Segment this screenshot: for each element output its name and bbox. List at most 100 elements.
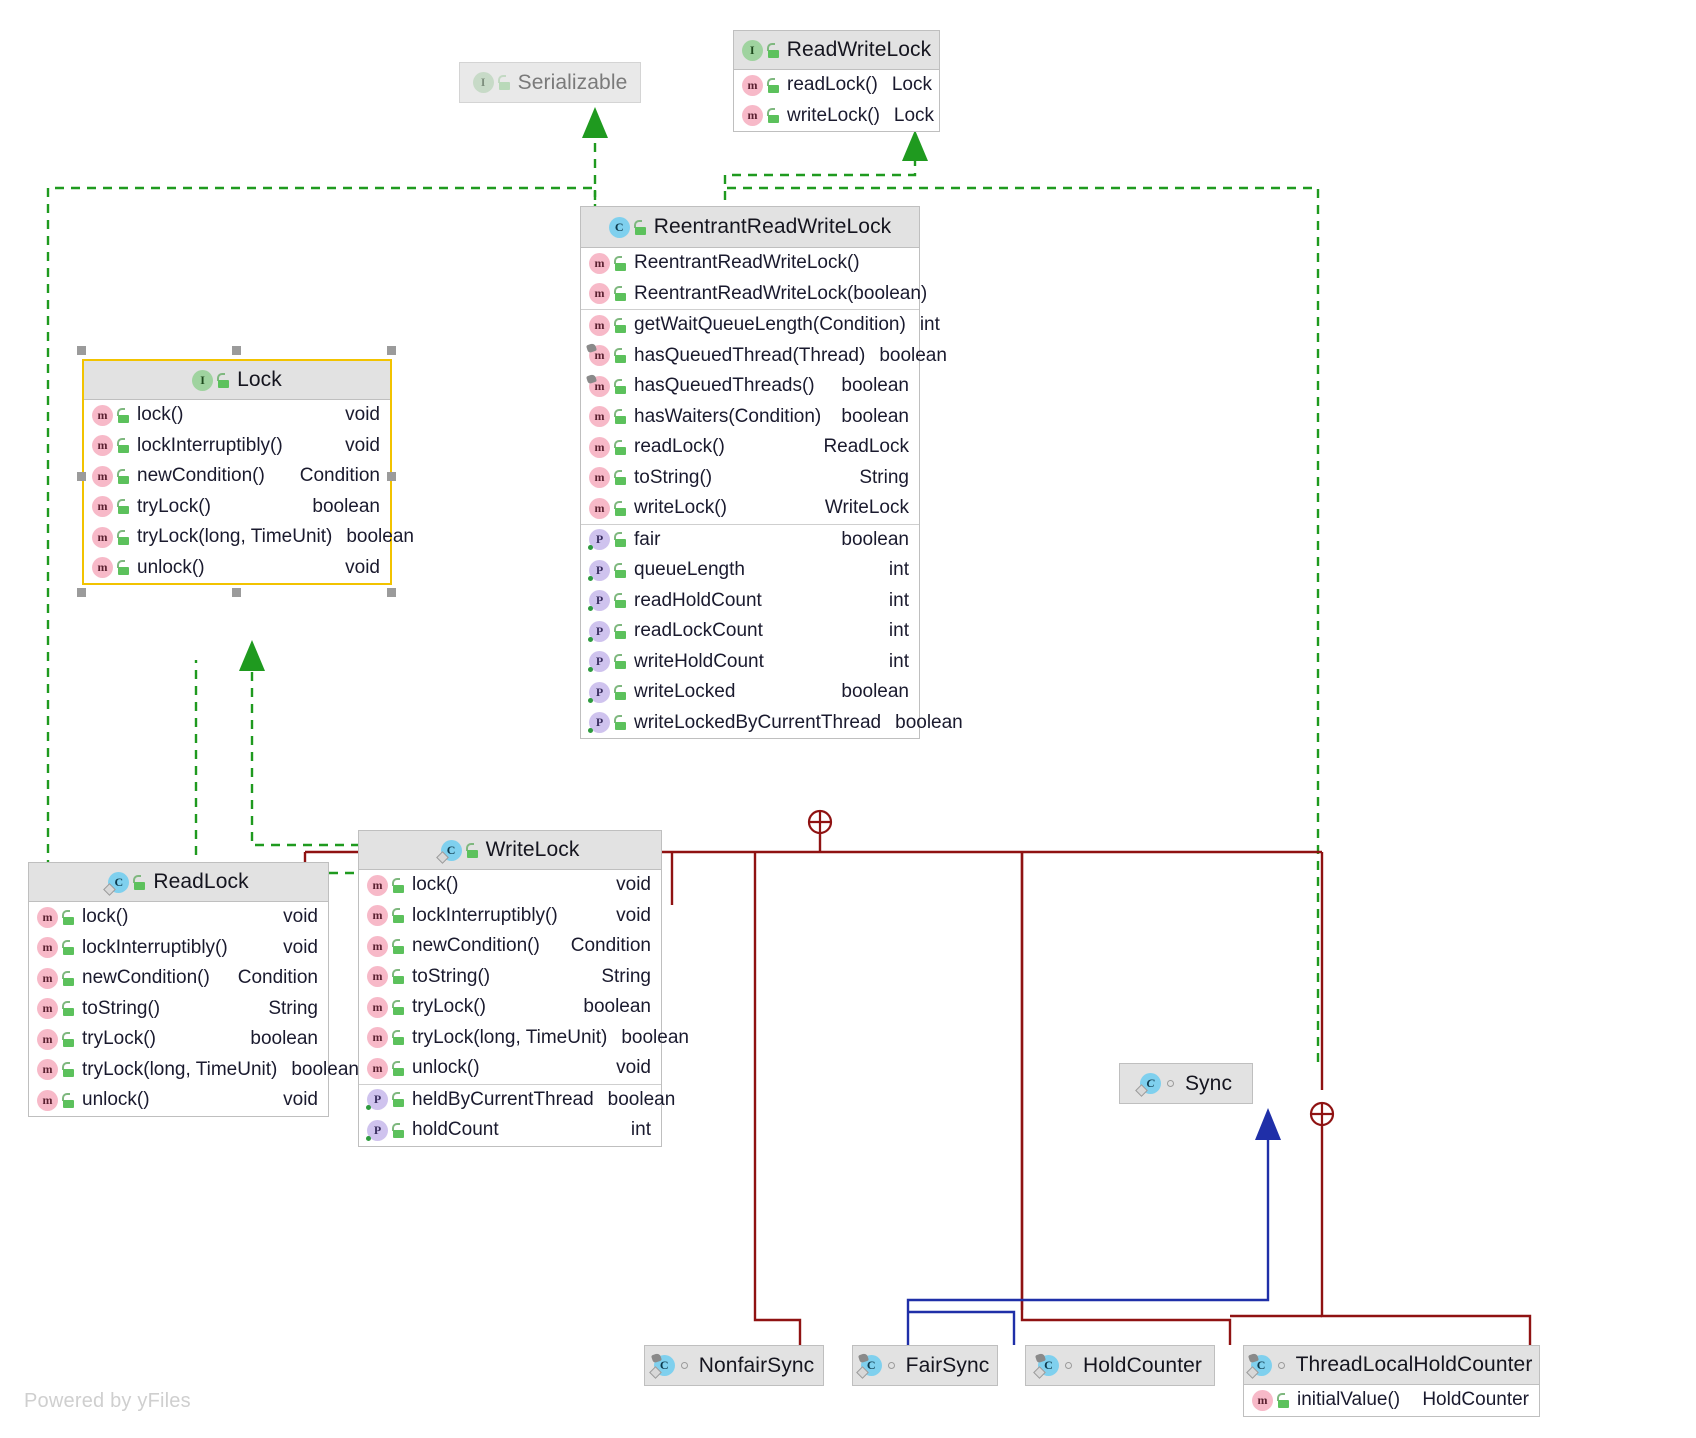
member-row[interactable]: m toString() String <box>359 962 661 993</box>
member-row[interactable]: m lock() void <box>29 902 328 933</box>
node-nonfairsync[interactable]: C NonfairSync <box>644 1345 824 1386</box>
member-row[interactable]: m lockInterruptibly() void <box>29 933 328 964</box>
member-row[interactable]: m ReentrantReadWriteLock(boolean) <box>581 279 927 310</box>
member-row[interactable]: m toString() String <box>29 994 328 1025</box>
public-unlocked-icon <box>61 970 75 986</box>
member-row[interactable]: m toString() String <box>581 463 919 494</box>
member-row[interactable]: m newCondition() Condition <box>359 931 661 962</box>
constructors-section: m ReentrantReadWriteLock() m ReentrantRe… <box>581 248 927 310</box>
member-name: readHoldCount <box>634 589 762 611</box>
member-row[interactable]: P fair boolean <box>581 525 919 556</box>
selection-handle-n[interactable] <box>232 346 241 355</box>
node-serializable[interactable]: I Serializable <box>459 62 641 103</box>
member-type: int <box>888 650 909 672</box>
node-readwritelock[interactable]: I ReadWriteLock m readLock() Lock m writ… <box>733 30 940 132</box>
member-type: boolean <box>312 495 380 517</box>
selection-handle-sw[interactable] <box>77 588 86 597</box>
public-unlocked-icon <box>613 623 627 639</box>
member-row[interactable]: m lock() void <box>84 400 390 431</box>
member-row[interactable]: m tryLock() boolean <box>359 992 661 1023</box>
selection-handle-s[interactable] <box>232 588 241 597</box>
selection-handle-e[interactable] <box>387 472 396 481</box>
member-row[interactable]: m lockInterruptibly() void <box>84 431 390 462</box>
member-type: Condition <box>570 935 651 957</box>
member-row[interactable]: m hasWaiters(Condition) boolean <box>581 402 919 433</box>
selection-handle-nw[interactable] <box>77 346 86 355</box>
nested-class-icon: C <box>103 871 130 896</box>
member-name: newCondition() <box>412 935 540 957</box>
node-threadlocalholdcounter[interactable]: C ThreadLocalHoldCounter m initialValue(… <box>1243 1345 1540 1417</box>
node-title: Sync <box>1184 1071 1233 1095</box>
member-row[interactable]: m hasQueuedThread(Thread) boolean <box>581 341 947 372</box>
member-row[interactable]: m tryLock(long, TimeUnit) boolean <box>84 522 414 553</box>
member-name: tryLock() <box>82 1028 156 1050</box>
member-type: ReadLock <box>823 436 909 458</box>
method-icon: m <box>589 283 610 305</box>
node-reentrantreadwritelock[interactable]: C ReentrantReadWriteLock m ReentrantRead… <box>580 206 963 739</box>
member-name: lock() <box>137 404 184 426</box>
member-row[interactable]: m readLock() Lock <box>734 70 939 101</box>
member-row[interactable]: m tryLock() boolean <box>84 492 390 523</box>
member-row[interactable]: m tryLock(long, TimeUnit) boolean <box>359 1023 689 1054</box>
member-row[interactable]: m lockInterruptibly() void <box>359 901 661 932</box>
method-icon: m <box>92 465 113 487</box>
member-row[interactable]: m lock() void <box>359 870 661 901</box>
node-sync[interactable]: C Sync <box>1119 1063 1253 1104</box>
member-row[interactable]: m newCondition() Condition <box>84 461 390 492</box>
member-name: toString() <box>412 965 491 987</box>
public-unlocked-icon <box>613 409 627 425</box>
member-name: tryLock() <box>412 996 486 1018</box>
member-name: tryLock(long, TimeUnit) <box>82 1058 278 1080</box>
node-fairsync[interactable]: C FairSync <box>852 1345 998 1386</box>
member-name: unlock() <box>82 1089 150 1111</box>
public-unlocked-icon <box>391 969 405 985</box>
member-row[interactable]: P holdCount int <box>359 1115 661 1146</box>
member-row[interactable]: m writeLock() Lock <box>734 101 939 132</box>
public-unlocked-icon <box>613 439 627 455</box>
selection-handle-w[interactable] <box>77 472 86 481</box>
node-header: C Sync <box>1120 1064 1252 1103</box>
member-row[interactable]: P writeLockedByCurrentThread boolean <box>581 708 963 739</box>
node-holdcounter[interactable]: C HoldCounter <box>1025 1345 1215 1386</box>
node-lock[interactable]: I Lock m lock() void m lockInterruptibly… <box>82 359 414 585</box>
member-row[interactable]: m unlock() void <box>84 553 390 584</box>
member-row[interactable]: m writeLock() WriteLock <box>581 493 919 524</box>
selection-handle-se[interactable] <box>387 588 396 597</box>
member-row[interactable]: m initialValue() HoldCounter <box>1244 1385 1539 1416</box>
package-private-icon <box>678 1358 692 1373</box>
member-row[interactable]: m tryLock() boolean <box>29 1024 328 1055</box>
method-static-icon: m <box>585 343 610 367</box>
diagram-canvas[interactable]: I Serializable I ReadWriteLock m readLoc… <box>0 0 1696 1438</box>
member-row[interactable]: P readHoldCount int <box>581 586 919 617</box>
member-row[interactable]: m tryLock(long, TimeUnit) boolean <box>29 1055 359 1086</box>
member-row[interactable]: P queueLength int <box>581 555 919 586</box>
member-name: lock() <box>412 874 459 896</box>
member-row[interactable]: P writeHoldCount int <box>581 647 919 678</box>
member-row[interactable]: P heldByCurrentThread boolean <box>359 1085 675 1116</box>
member-row[interactable]: m unlock() void <box>29 1085 328 1116</box>
member-row[interactable]: m newCondition() Condition <box>29 963 328 994</box>
public-unlocked-icon <box>391 999 405 1015</box>
node-header: I ReadWriteLock <box>734 31 939 70</box>
arrowhead-lock <box>239 640 265 671</box>
public-unlocked-icon <box>132 874 146 890</box>
member-row[interactable]: m getWaitQueueLength(Condition) int <box>581 310 940 341</box>
member-name: writeLock() <box>634 497 727 519</box>
member-type: Condition <box>237 967 318 989</box>
selection-handle-ne[interactable] <box>387 346 396 355</box>
property-icon: P <box>588 620 610 642</box>
public-unlocked-icon <box>613 500 627 516</box>
public-unlocked-icon <box>391 1030 405 1046</box>
member-row[interactable]: P writeLocked boolean <box>581 677 919 708</box>
member-row[interactable]: m readLock() ReadLock <box>581 432 919 463</box>
method-icon: m <box>92 404 113 426</box>
node-readlock[interactable]: C ReadLock m lock() void m lockInterrupt… <box>28 862 359 1117</box>
member-name: newCondition() <box>137 465 265 487</box>
member-type: void <box>616 904 651 926</box>
member-row[interactable]: m unlock() void <box>359 1053 661 1084</box>
public-unlocked-icon <box>633 219 647 235</box>
member-row[interactable]: m hasQueuedThreads() boolean <box>581 371 919 402</box>
member-row[interactable]: P readLockCount int <box>581 616 919 647</box>
member-row[interactable]: m ReentrantReadWriteLock() <box>581 248 919 279</box>
node-writelock[interactable]: C WriteLock m lock() void m lockInterrup… <box>358 830 689 1147</box>
